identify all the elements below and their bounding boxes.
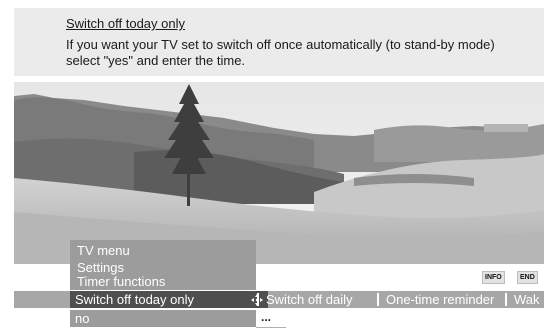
- key-hints: INFO END: [256, 264, 544, 290]
- function-switch-off-today-only[interactable]: Switch off today only: [75, 292, 194, 307]
- more-options[interactable]: ...: [256, 310, 286, 328]
- menu-item-timer-functions[interactable]: Timer functions: [77, 275, 165, 288]
- current-value: no: [75, 311, 90, 326]
- function-switch-off-daily[interactable]: Switch off daily: [266, 292, 352, 307]
- menu-item-tv-menu[interactable]: TV menu: [77, 244, 130, 257]
- info-key-hint: INFO: [482, 271, 505, 284]
- value-selector[interactable]: no: [70, 310, 256, 327]
- help-panel: Switch off today only If you want your T…: [14, 8, 544, 76]
- help-text: If you want your TV set to switch off on…: [66, 37, 495, 68]
- separator: [377, 293, 379, 306]
- function-wake[interactable]: Wak: [514, 292, 540, 307]
- separator: [257, 293, 259, 306]
- function-bar: Switch off today only Switch off daily O…: [14, 291, 544, 308]
- help-title: Switch off today only: [66, 16, 185, 31]
- menu-item-settings[interactable]: Settings: [77, 261, 124, 274]
- menu-breadcrumb: TV menu Settings Timer functions: [70, 240, 256, 290]
- separator: [505, 293, 507, 306]
- function-one-time-reminder[interactable]: One-time reminder: [386, 292, 494, 307]
- end-key-hint: END: [517, 271, 538, 284]
- more-options-dots: ...: [261, 310, 272, 324]
- tv-picture-landscape: [14, 82, 544, 264]
